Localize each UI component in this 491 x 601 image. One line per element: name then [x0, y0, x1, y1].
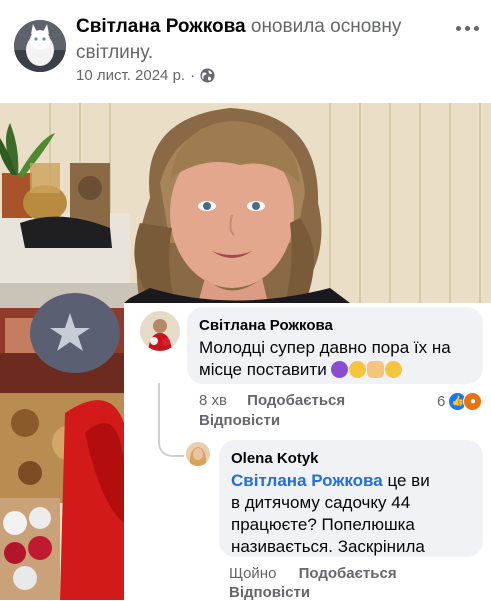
grinning-sweat-emoji [349, 361, 367, 378]
comment-text: Молодці супер давно пора їх на місце пос… [199, 338, 451, 379]
reply-time[interactable]: Щойно [229, 565, 276, 582]
reply-text-block: Світлана Рожкова це ви в дитячому садочк… [231, 470, 436, 558]
reply-thread-line [158, 383, 184, 457]
post-author-name[interactable]: Світлана Рожкова [76, 16, 246, 37]
globe-icon [200, 68, 215, 83]
reply-author[interactable]: Olena Kotyk [231, 450, 319, 467]
meta-separator: · [190, 67, 196, 84]
post-header: Світлана Рожкова оновила основну світлин… [0, 0, 491, 100]
victory-hand-emoji [367, 361, 385, 378]
more-dots-icon[interactable] [452, 18, 482, 38]
angry-reaction-icon: ● [463, 392, 483, 411]
comment-reactions[interactable]: 6 👍 ● [437, 392, 483, 411]
reaction-count: 6 [437, 393, 446, 410]
comment-text-block: Молодці супер давно пора їх на місце пос… [199, 337, 474, 381]
smiling-imp-emoji [331, 361, 349, 378]
reply-reply-wrap: Відповісти [229, 584, 310, 601]
reply-bubble: Olena Kotyk Світлана Рожкова це ви в дит… [219, 440, 483, 557]
tongue-out-emoji [385, 361, 403, 378]
post-title: Світлана Рожкова оновила основну світлин… [76, 14, 436, 66]
reply-button-wrap: Відповісти [199, 412, 280, 429]
reply-actions: Щойно Подобається [229, 565, 429, 582]
author-avatar[interactable] [14, 20, 66, 72]
reply-button[interactable]: Відповісти [199, 412, 280, 429]
reply-like-button[interactable]: Подобається [299, 565, 397, 582]
comment-actions: 8 хв Подобається [199, 392, 399, 409]
post-meta: 10 лист. 2024 р. · [76, 67, 215, 84]
comment-author[interactable]: Світлана Рожкова [199, 317, 333, 334]
commenter-avatar[interactable] [140, 311, 180, 351]
like-button[interactable]: Подобається [247, 392, 345, 409]
reply-avatar[interactable] [186, 442, 210, 466]
comment-bubble: Світлана Рожкова Молодці супер давно пор… [187, 307, 483, 384]
comments-screenshot: Світлана Рожкова Молодці супер давно пор… [124, 303, 491, 601]
reply-mention[interactable]: Світлана Рожкова [231, 471, 383, 490]
post-date[interactable]: 10 лист. 2024 р. [76, 67, 185, 84]
reply-reply-button[interactable]: Відповісти [229, 584, 310, 601]
comment-time[interactable]: 8 хв [199, 392, 227, 409]
